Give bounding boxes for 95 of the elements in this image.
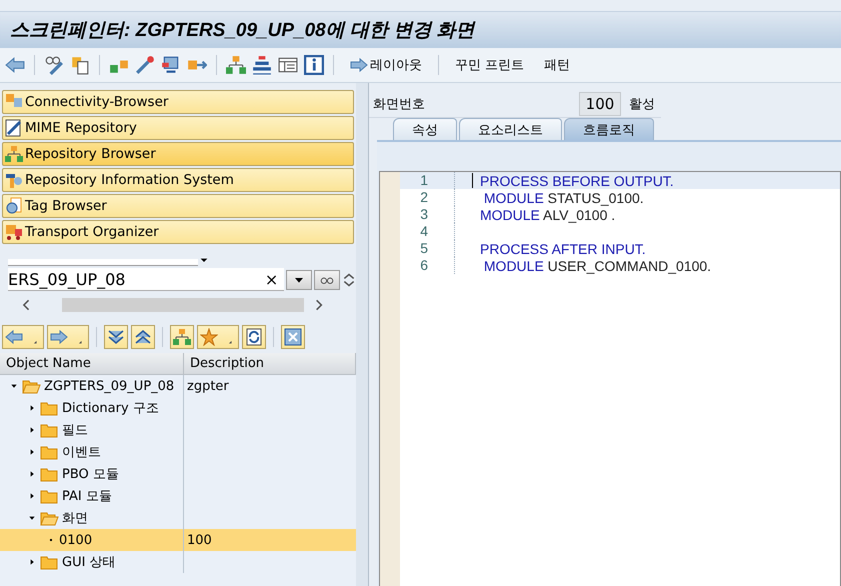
copy-icon[interactable]: [69, 54, 91, 76]
navigator-button[interactable]: Connectivity-Browser: [2, 90, 354, 114]
stack-icon[interactable]: [251, 54, 273, 76]
code-keyword: MODULE: [482, 190, 544, 206]
tree-node-label[interactable]: PBO 모듈: [62, 465, 119, 483]
object-field[interactable]: ERS_09_UP_08 ×: [8, 268, 284, 291]
toolbar-button[interactable]: [197, 325, 239, 349]
tree-node-label[interactable]: GUI 상태: [62, 553, 116, 571]
tab[interactable]: 흐름로직: [564, 118, 654, 140]
tree-node-label[interactable]: PAI 모듈: [62, 487, 112, 505]
arrow-right-icon: [350, 56, 368, 74]
tree-node-label[interactable]: Dictionary 구조: [62, 399, 159, 417]
tree-node-description: zgpter: [187, 378, 229, 394]
expand-icon: [107, 328, 125, 346]
tree-node-label[interactable]: 필드: [62, 421, 88, 439]
tree-row[interactable]: PBO 모듈: [0, 463, 356, 485]
hierarchy-icon[interactable]: [225, 54, 247, 76]
tree-node-label[interactable]: 0100: [59, 532, 92, 548]
tree-row[interactable]: 필드: [0, 419, 356, 441]
display-button[interactable]: [314, 270, 340, 290]
collapsed-icon[interactable]: [28, 404, 36, 412]
tree-row[interactable]: ZGPTERS_09_UP_08 zgpter: [0, 375, 356, 397]
collapsed-icon[interactable]: [28, 470, 36, 478]
tree-row[interactable]: GUI 상태: [0, 551, 356, 573]
hierarchy-icon: [173, 328, 191, 346]
tool-icon: [5, 197, 23, 215]
tool-icon: [5, 171, 23, 189]
text-cursor: [472, 173, 473, 188]
collapsed-icon[interactable]: [28, 426, 36, 434]
line-number: 6: [400, 257, 455, 274]
status-label: 활성: [629, 96, 655, 113]
glasses-pencil-icon[interactable]: [43, 54, 65, 76]
navigator-button[interactable]: Repository Information System: [2, 168, 354, 192]
info-icon[interactable]: [303, 54, 325, 76]
tree-node-description: 100: [187, 532, 212, 548]
back-icon: [5, 328, 23, 346]
code-keyword: PROCESS BEFORE OUTPUT.: [480, 172, 674, 188]
line-number: 1: [400, 172, 455, 189]
navigator-button[interactable]: MIME Repository: [2, 116, 354, 140]
toolbar-button[interactable]: 레이아웃: [342, 54, 430, 76]
dropdown-field[interactable]: [8, 259, 198, 266]
collapse-icon: [134, 328, 152, 346]
column-header[interactable]: Object Name: [0, 353, 184, 374]
collapsed-icon[interactable]: [28, 448, 36, 456]
toolbar-button[interactable]: [2, 325, 44, 349]
star-icon: [200, 328, 218, 346]
expanded-icon[interactable]: [10, 382, 18, 390]
screen-number-field[interactable]: 100: [579, 92, 621, 116]
line-number: 3: [400, 206, 455, 223]
close-icon: [284, 328, 302, 346]
scroll-thumb[interactable]: [62, 298, 304, 312]
navigator-button[interactable]: Tag Browser: [2, 194, 354, 218]
line-number: 4: [400, 223, 455, 240]
tree-node-label[interactable]: 화면: [62, 509, 88, 527]
tool-icon: [5, 145, 23, 163]
refresh-icon: [245, 328, 263, 346]
tool-icon: [5, 223, 23, 241]
dropdown-button[interactable]: [286, 270, 312, 290]
line-number: 5: [400, 240, 455, 257]
toolbar-button[interactable]: [47, 325, 89, 349]
collapsed-icon[interactable]: [28, 558, 36, 566]
navigator-button[interactable]: Transport Organizer: [2, 220, 354, 244]
code-keyword: MODULE: [480, 206, 540, 222]
splitter-handle[interactable]: [356, 83, 369, 586]
window-title: 스크린페인터: ZGPTERS_09_UP_08에 대한 변경 화면: [10, 19, 475, 43]
code-text: USER_COMMAND_0100.: [546, 258, 712, 274]
tree-node-label[interactable]: ZGPTERS_09_UP_08: [44, 378, 174, 394]
tab[interactable]: 요소리스트: [459, 118, 562, 140]
forward-icon: [50, 328, 68, 346]
toolbar-button[interactable]: [131, 325, 155, 349]
navigator-button[interactable]: Repository Browser: [2, 142, 354, 166]
tree-row[interactable]: 0100 100: [0, 529, 356, 551]
toolbar-button[interactable]: [104, 325, 128, 349]
tree-row[interactable]: Dictionary 구조: [0, 397, 356, 419]
code-text: STATUS_0100.: [546, 190, 644, 206]
tree-row[interactable]: PAI 모듈: [0, 485, 356, 507]
collapsed-icon[interactable]: [28, 492, 36, 500]
code-text: ALV_0100 .: [542, 206, 616, 222]
tree-row[interactable]: 이벤트: [0, 441, 356, 463]
toolbar-button[interactable]: 꾸민 프린트: [447, 54, 532, 76]
toolbar-button[interactable]: [242, 325, 266, 349]
tab[interactable]: 속성: [393, 118, 457, 140]
clear-button[interactable]: ×: [264, 270, 278, 288]
toolbar-button[interactable]: 패턴: [536, 54, 578, 76]
code-editor[interactable]: 1 PROCESS BEFORE OUTPUT. 2 MODULE STATUS_0100. 3 MODULE ALV_0100 . 4 5 PROCESS AFTER INPUT. 6 MODULE USER_COMMAND_0100.: [379, 171, 841, 586]
line-number: 2: [400, 189, 455, 206]
screen-number-label: 화면번호: [373, 96, 426, 113]
tool-icon: [5, 119, 23, 137]
toolbar-button[interactable]: [281, 325, 305, 349]
tree-node-label[interactable]: 이벤트: [62, 443, 101, 461]
expanded-icon[interactable]: [28, 514, 36, 522]
code-keyword: MODULE: [482, 258, 544, 274]
toolbar-button[interactable]: [170, 325, 194, 349]
code-keyword: PROCESS AFTER INPUT.: [480, 240, 646, 256]
wand-icon[interactable]: [134, 54, 156, 76]
